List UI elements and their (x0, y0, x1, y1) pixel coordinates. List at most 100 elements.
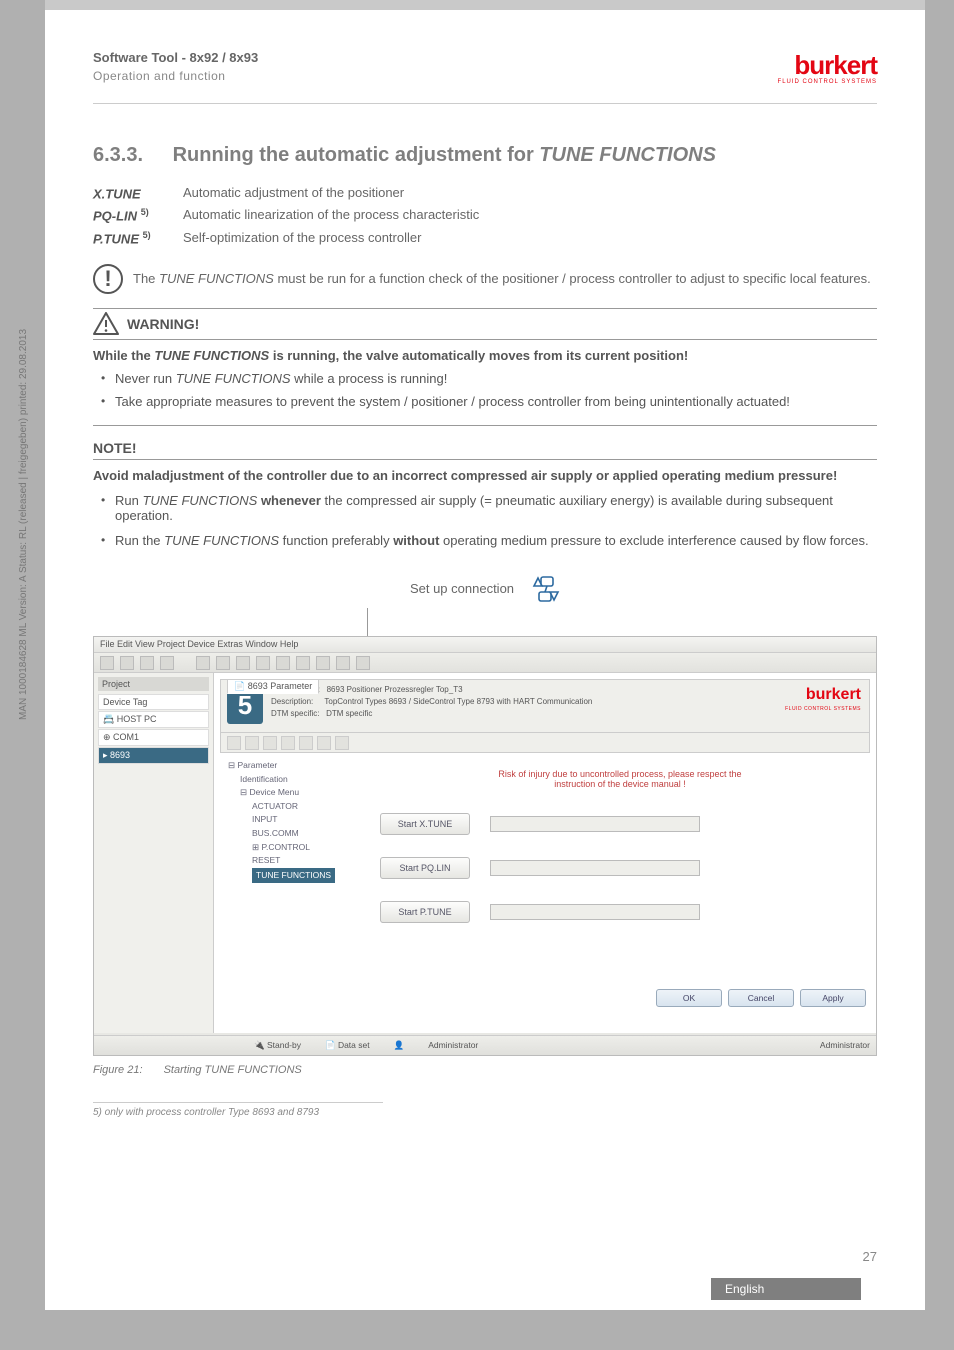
toolbar-button[interactable] (140, 656, 154, 670)
cancel-button[interactable]: Cancel (728, 989, 794, 1007)
ss-tree-item-selected[interactable]: ▸ 8693 (98, 747, 209, 764)
definition-row: P.TUNE 5) Self-optimization of the proce… (93, 230, 877, 246)
ok-button[interactable]: OK (656, 989, 722, 1007)
product-subtitle: Operation and function (93, 69, 258, 83)
warning-item: Never run TUNE FUNCTIONS while a process… (105, 371, 877, 386)
section-number: 6.3.3. (93, 144, 143, 166)
ss-tree-node[interactable]: Device Menu (249, 787, 299, 797)
ss-status-bar: 🔌 Stand-by 📄 Data set 👤 Administrator Ad… (94, 1035, 876, 1055)
figure-caption-text: Starting TUNE FUNCTIONS (164, 1064, 302, 1076)
warning-item: Take appropriate measures to prevent the… (105, 394, 877, 409)
ss-tree-item[interactable]: Device Tag (98, 694, 209, 710)
ss-tree-node[interactable]: BUS.COMM (252, 827, 350, 841)
toolbar-button[interactable] (299, 736, 313, 750)
status-dataset: Data set (338, 1040, 370, 1050)
figure-label: Figure 21: (93, 1064, 143, 1076)
def-desc: Automatic linearization of the process c… (183, 207, 877, 223)
ss-parameter-tree[interactable]: ⊟ Parameter Identification ⊟ Device Menu… (220, 759, 350, 951)
warning-block: WARNING! While the TUNE FUNCTIONS is run… (93, 308, 877, 426)
figure-callout: Set up connection (93, 574, 877, 604)
warning-lead: While the TUNE FUNCTIONS is running, the… (93, 348, 877, 363)
toolbar-button[interactable] (263, 736, 277, 750)
toolbar-button[interactable] (227, 736, 241, 750)
toolbar-button[interactable] (216, 656, 230, 670)
ss-tree-node[interactable]: ACTUATOR (252, 800, 350, 814)
note-item: Run the TUNE FUNCTIONS function preferab… (105, 533, 877, 548)
toolbar-button[interactable] (245, 736, 259, 750)
toolbar-button[interactable] (356, 656, 370, 670)
figure-caption: Figure 21: Starting TUNE FUNCTIONS (93, 1064, 877, 1076)
brand-tagline: FLUID CONTROL SYSTEMS (778, 79, 877, 85)
warning-icon (93, 312, 119, 336)
warning-label: WARNING! (127, 316, 199, 332)
start-pqlin-button[interactable]: Start PQ.LIN (380, 857, 470, 879)
ss-menubar[interactable]: File Edit View Project Device Extras Win… (94, 637, 876, 653)
status-admin: Administrator (820, 1040, 870, 1050)
apply-button[interactable]: Apply (800, 989, 866, 1007)
figure: Set up connection File Edit View Project… (93, 574, 877, 1076)
ss-brand-tag: FLUID CONTROL SYSTEMS (785, 706, 861, 712)
page-header: Software Tool - 8x92 / 8x93 Operation an… (93, 50, 877, 85)
definition-row: PQ-LIN 5) Automatic linearization of the… (93, 207, 877, 223)
ss-tree-item[interactable]: 📇 HOST PC (98, 711, 209, 728)
footnote: 5) only with process controller Type 869… (93, 1102, 383, 1118)
toolbar-button[interactable] (100, 656, 114, 670)
ss-tree-node-selected[interactable]: TUNE FUNCTIONS (252, 868, 335, 884)
ss-sub-toolbar[interactable] (220, 733, 870, 753)
connection-icon (532, 574, 560, 604)
ss-tree-node[interactable]: RESET (252, 854, 350, 868)
toolbar-button[interactable] (296, 656, 310, 670)
ss-toolbar[interactable] (94, 653, 876, 673)
callout-line (367, 608, 368, 636)
toolbar-button[interactable] (236, 656, 250, 670)
ss-device-header: 📄 8693 Parameter 5 Device name: 8693 Pos… (220, 679, 870, 733)
ss-tune-panel: Risk of injury due to uncontrolled proce… (370, 759, 870, 951)
ss-tree-node[interactable]: INPUT (252, 813, 350, 827)
sidebar-metadata: MAN 1000184628 ML Version: A Status: RL … (18, 329, 29, 720)
toolbar-button[interactable] (316, 656, 330, 670)
def-term: X.TUNE (93, 185, 183, 201)
product-name: Software Tool - 8x92 / 8x93 (93, 50, 258, 65)
toolbar-button[interactable] (120, 656, 134, 670)
definition-row: X.TUNE Automatic adjustment of the posit… (93, 185, 877, 201)
status-role: Administrator (428, 1040, 478, 1050)
def-term: PQ-LIN 5) (93, 207, 183, 223)
ss-tree-item[interactable]: ⊕ COM1 (98, 729, 209, 746)
ss-dialog-buttons: OK Cancel Apply (656, 989, 866, 1007)
toolbar-button[interactable] (160, 656, 174, 670)
language-tab: English (711, 1278, 861, 1300)
start-xtune-button[interactable]: Start X.TUNE (380, 813, 470, 835)
toolbar-button[interactable] (336, 656, 350, 670)
start-ptune-button[interactable]: Start P.TUNE (380, 901, 470, 923)
def-term: P.TUNE 5) (93, 230, 183, 246)
progress-bar (490, 860, 700, 876)
toolbar-button[interactable] (276, 656, 290, 670)
page-number: 27 (863, 1249, 877, 1264)
note-lead: Avoid maladjustment of the controller du… (93, 468, 877, 483)
section-title-text: Running the automatic adjustment for (173, 144, 540, 166)
brand-text: burkert (794, 50, 877, 80)
section-title-em: TUNE FUNCTIONS (539, 144, 716, 166)
ss-tree-node[interactable]: P.CONTROL (261, 842, 310, 852)
ss-panel-title: Project (98, 677, 209, 691)
ss-project-panel: Project Device Tag 📇 HOST PC ⊕ COM1 ▸ 86… (94, 673, 214, 1033)
section-title: 6.3.3. Running the automatic adjustment … (93, 144, 877, 167)
note-label: NOTE! (93, 440, 877, 460)
toolbar-button[interactable] (256, 656, 270, 670)
progress-bar (490, 904, 700, 920)
ss-tree-node[interactable]: Identification (240, 773, 350, 787)
status-standby: Stand-by (267, 1040, 301, 1050)
toolbar-button[interactable] (281, 736, 295, 750)
ss-brand-logo: burkert (806, 686, 861, 704)
toolbar-button[interactable] (196, 656, 210, 670)
warning-header: WARNING! (93, 308, 877, 340)
toolbar-button[interactable] (317, 736, 331, 750)
ss-tab-label[interactable]: 📄 8693 Parameter (227, 679, 319, 694)
note-block: NOTE! Avoid maladjustment of the control… (93, 440, 877, 548)
progress-bar (490, 816, 700, 832)
ss-main-panel: 📄 8693 Parameter 5 Device name: 8693 Pos… (214, 673, 876, 1033)
toolbar-button[interactable] (335, 736, 349, 750)
def-desc: Self-optimization of the process control… (183, 230, 877, 246)
header-bar (45, 0, 925, 10)
ss-risk-text: Risk of injury due to uncontrolled proce… (380, 769, 860, 789)
